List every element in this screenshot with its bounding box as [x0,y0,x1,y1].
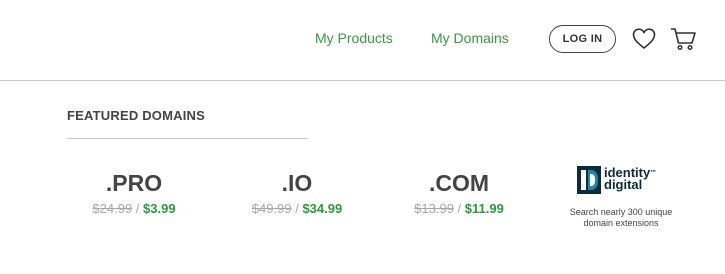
nav-link-my-products[interactable]: My Products [315,30,393,46]
domain-prices: $13.99 / $11.99 [408,201,510,216]
domain-prices: $49.99 / $34.99 [241,201,353,216]
identity-digital-promo[interactable]: identity™ digital Search nearly 300 uniq… [556,166,686,229]
promo-description-line-1: Search nearly 300 unique [569,207,673,217]
heading-divider [67,138,308,139]
top-navigation-bar: My Products My Domains LOG IN [0,0,725,81]
price-separator: / [295,201,299,216]
promo-description-line-2: domain extensions [583,218,659,228]
domain-card-io[interactable]: .IO $49.99 / $34.99 [241,168,353,216]
original-price: $13.99 [414,201,454,216]
domain-card-com[interactable]: .COM $13.99 / $11.99 [408,168,510,216]
sale-price: $11.99 [464,201,504,216]
original-price: $49.99 [251,201,292,216]
login-button[interactable]: LOG IN [549,25,616,53]
featured-domains-heading: FEATURED DOMAINS [67,108,206,123]
domain-tld: .COM [428,170,490,196]
cart-icon[interactable] [670,26,696,52]
price-separator: / [457,201,462,216]
nav-link-my-domains[interactable]: My Domains [431,30,509,46]
logo-line-2: digital [604,177,643,192]
domain-prices: $24.99 / $3.99 [84,201,184,216]
sale-price: $34.99 [302,201,343,216]
price-separator: / [135,201,140,216]
identity-digital-logo: identity™ digital [575,166,667,196]
original-price: $24.99 [92,201,133,216]
heart-icon[interactable] [631,26,657,52]
logo-wordmark: identity™ digital [604,166,657,192]
domain-card-pro[interactable]: .PRO $24.99 / $3.99 [84,168,184,216]
trademark-mark: ™ [650,170,657,176]
sale-price: $3.99 [143,201,176,216]
identity-digital-logo-mark [577,166,601,194]
promo-description: Search nearly 300 unique domain extensio… [556,207,686,229]
domain-tld: .IO [281,170,313,196]
domain-tld: .PRO [105,170,163,196]
